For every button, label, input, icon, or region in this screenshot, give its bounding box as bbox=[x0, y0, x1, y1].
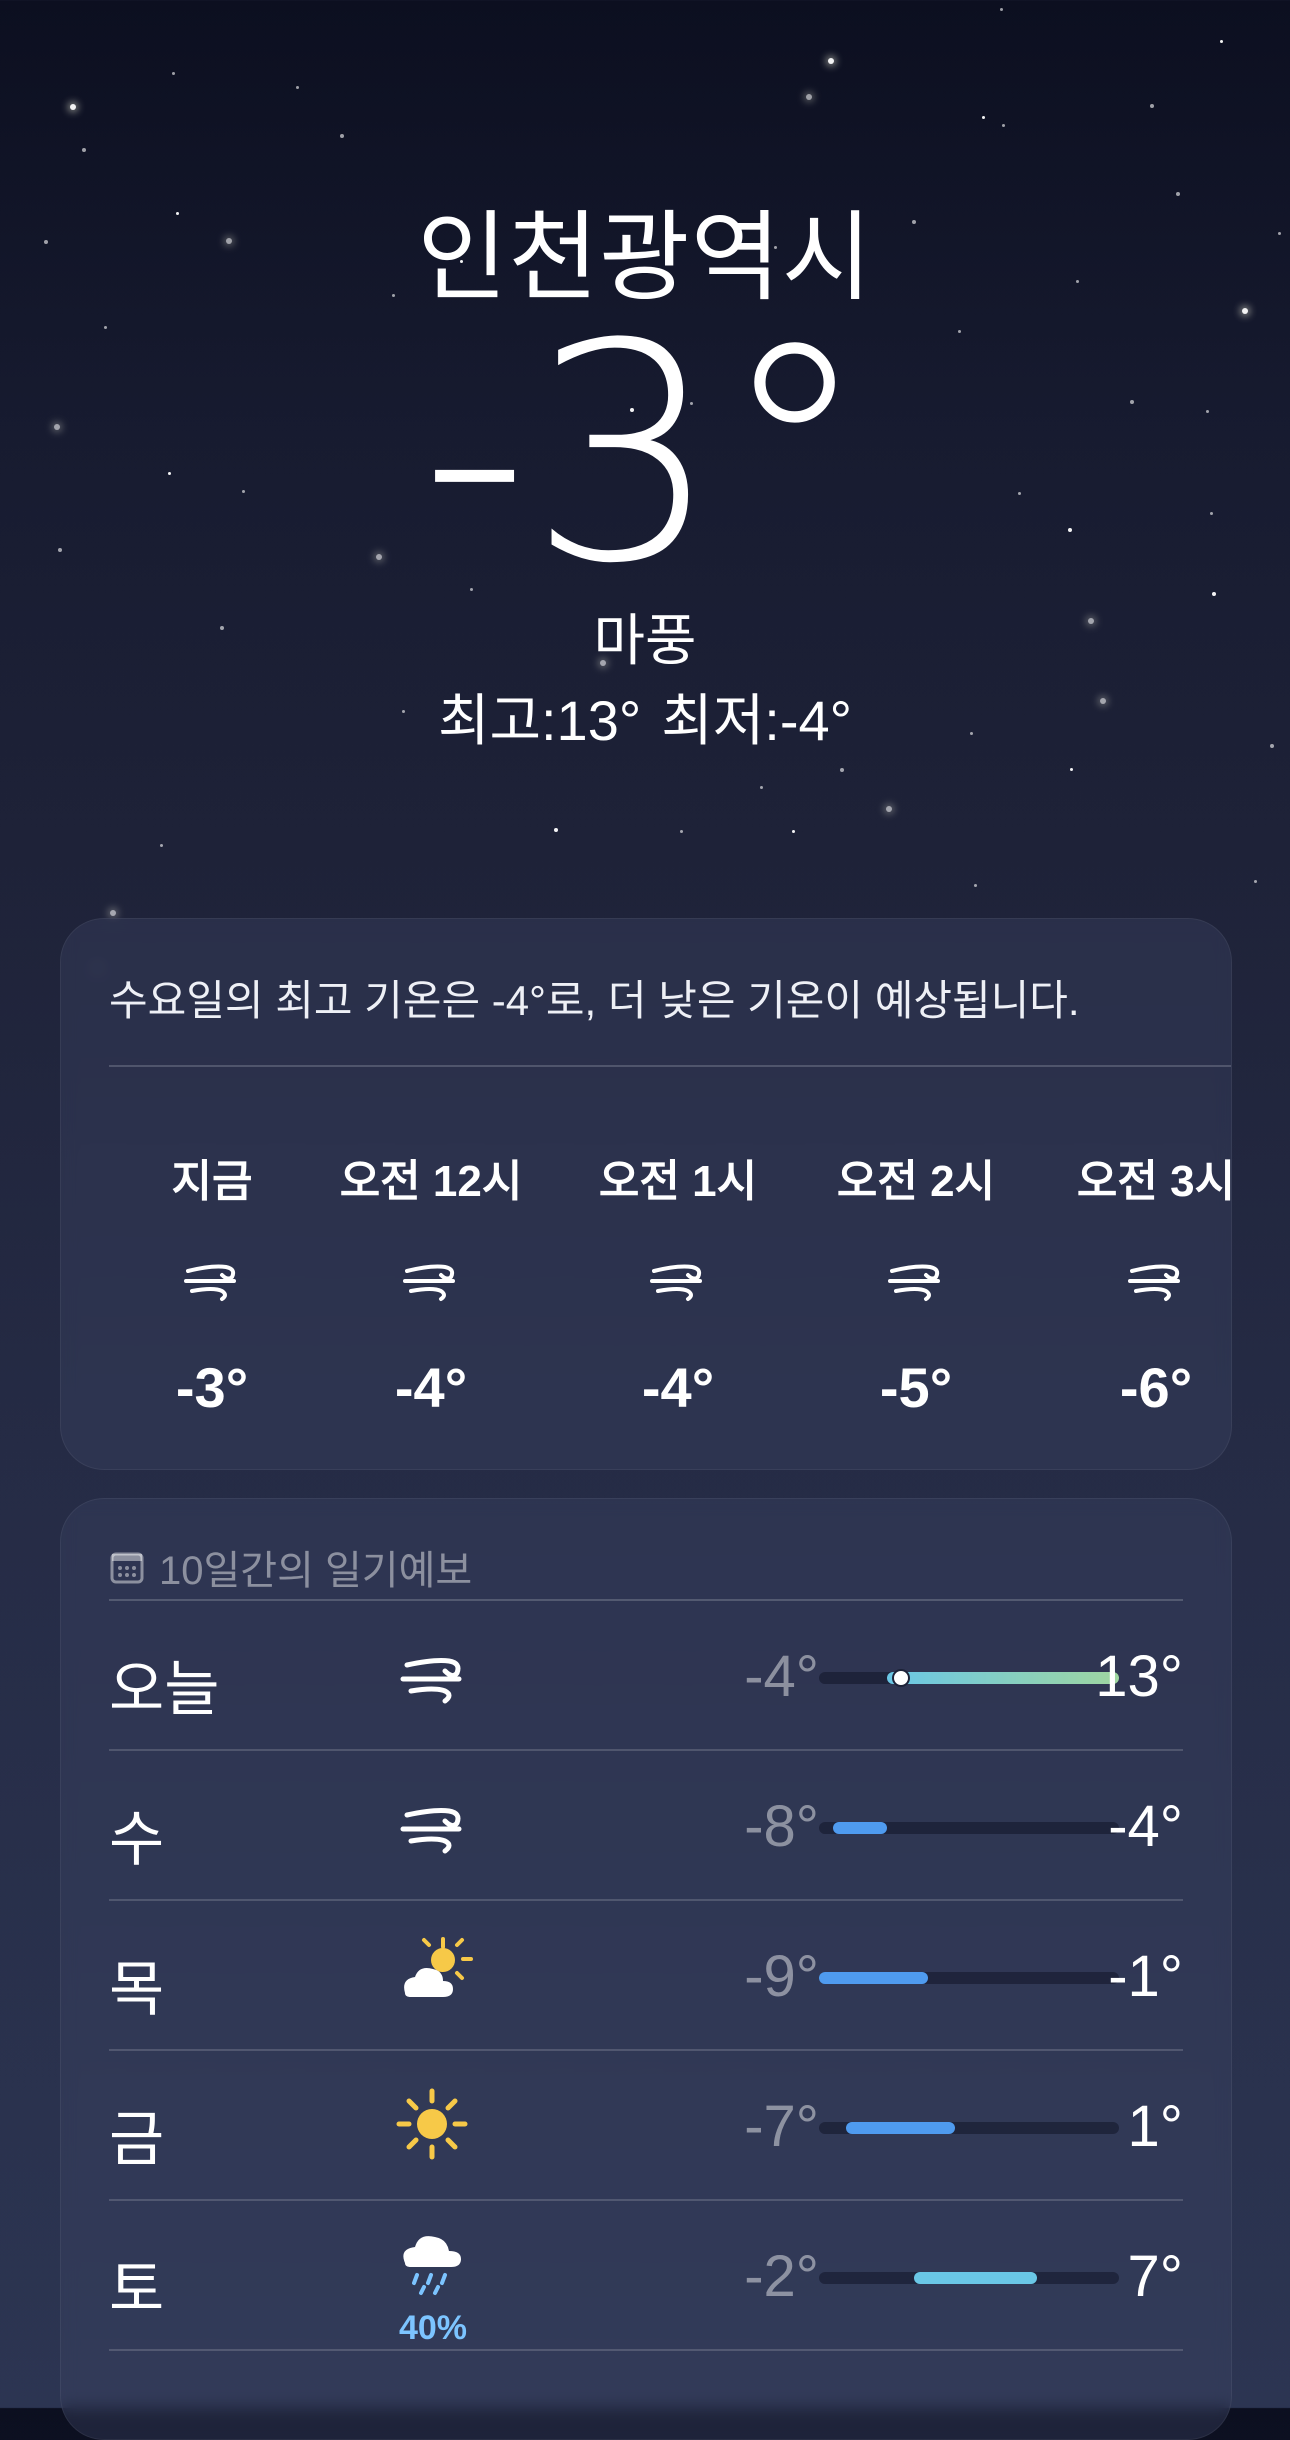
star bbox=[760, 786, 763, 789]
range-fill bbox=[819, 1972, 929, 1984]
wind-icon bbox=[400, 1658, 462, 1704]
hour-label: 오전 1시 bbox=[598, 1157, 758, 1206]
star bbox=[172, 72, 175, 75]
day-row[interactable]: 토 40% -2° 7° bbox=[109, 2201, 1183, 2351]
star bbox=[70, 104, 76, 110]
day-name: 수 bbox=[109, 1806, 165, 1873]
star bbox=[160, 844, 163, 847]
hourly-list[interactable]: 지금 -3° 오전 12시 -4° 오전 1시 -4° 오전 2시 -5° 오전… bbox=[61, 1145, 1236, 1555]
low-temperature: -7° bbox=[744, 2094, 819, 2159]
star bbox=[1070, 768, 1073, 771]
star bbox=[840, 768, 844, 772]
star bbox=[974, 884, 977, 887]
star bbox=[806, 94, 812, 100]
hour-label: 오전 3시 bbox=[1076, 1157, 1236, 1206]
star bbox=[296, 86, 299, 89]
day-row[interactable]: 목 -9° -1° bbox=[109, 1901, 1183, 2051]
low-temperature: -2° bbox=[744, 2244, 819, 2309]
ten-day-forecast-card[interactable]: 10일간의 일기예보 오늘 -4° 13° 수 -8° -4° 목 -9° -1… bbox=[60, 1498, 1232, 2440]
hour-temperature: -4° bbox=[394, 1356, 468, 1419]
hour-label: 오전 12시 bbox=[339, 1157, 523, 1206]
day-row[interactable]: 금 -7° 1° bbox=[109, 2051, 1183, 2201]
star bbox=[680, 830, 683, 833]
precipitation-chance: 40% bbox=[398, 2309, 468, 2347]
high-temperature: 13° bbox=[1095, 1644, 1183, 1709]
high-temperature: 1° bbox=[1127, 2094, 1183, 2159]
rain-icon bbox=[403, 2236, 461, 2295]
range-fill bbox=[846, 2122, 956, 2134]
wind-icon bbox=[400, 1808, 462, 1854]
star bbox=[110, 910, 116, 916]
weather-condition: 마풍 bbox=[593, 609, 697, 672]
wind-icon bbox=[888, 1264, 940, 1301]
forecast-summary: 수요일의 최고 기온은 -4°로, 더 낮은 기온이 예상됩니다. bbox=[109, 977, 1080, 1024]
row-divider bbox=[109, 2349, 1183, 2351]
day-row[interactable]: 수 -8° -4° bbox=[109, 1751, 1183, 1901]
star bbox=[1002, 124, 1005, 127]
hour-label: 지금 bbox=[171, 1157, 253, 1206]
star bbox=[886, 806, 892, 812]
day-name: 토 bbox=[109, 2256, 165, 2323]
wind-icon bbox=[403, 1264, 455, 1301]
star bbox=[1220, 40, 1223, 43]
low-temperature: 최저:-4° bbox=[661, 689, 853, 752]
range-fill bbox=[914, 2272, 1038, 2284]
star bbox=[828, 58, 834, 64]
day-name: 금 bbox=[109, 2106, 165, 2173]
ten-day-title: 10일간의 일기예보 bbox=[159, 1549, 473, 1593]
day-name: 오늘 bbox=[109, 1656, 220, 1723]
ten-day-header: 10일간의 일기예보 bbox=[109, 1537, 472, 1597]
sun-icon bbox=[396, 2088, 468, 2160]
wind-icon bbox=[1128, 1264, 1180, 1301]
star bbox=[340, 134, 344, 138]
star bbox=[1254, 880, 1257, 883]
hour-temperature: -4° bbox=[641, 1356, 715, 1419]
hour-temperature: -5° bbox=[879, 1356, 953, 1419]
star bbox=[792, 830, 795, 833]
divider bbox=[109, 1065, 1231, 1067]
current-temp-dot bbox=[891, 1669, 910, 1687]
high-temperature: 7° bbox=[1127, 2244, 1183, 2309]
hour-temperature: -3° bbox=[175, 1356, 249, 1419]
day-row[interactable]: 오늘 -4° 13° bbox=[109, 1601, 1183, 1751]
hour-temperature: -6° bbox=[1119, 1356, 1193, 1419]
hour-label: 오전 2시 bbox=[836, 1157, 996, 1206]
low-temperature: -9° bbox=[744, 1944, 819, 2009]
high-temperature: -1° bbox=[1108, 1944, 1183, 2009]
partly-sunny-icon bbox=[404, 1937, 473, 1997]
low-temperature: -4° bbox=[744, 1644, 819, 1709]
hourly-forecast-card[interactable]: 수요일의 최고 기온은 -4°로, 더 낮은 기온이 예상됩니다. 지금 -3°… bbox=[60, 918, 1235, 1470]
star bbox=[82, 148, 86, 152]
low-temperature: -8° bbox=[744, 1794, 819, 1859]
day-name: 목 bbox=[109, 1956, 165, 2023]
high-low-temperature: 최고:13° 최저:-4° bbox=[0, 676, 1290, 757]
high-temperature: -4° bbox=[1108, 1794, 1183, 1859]
range-fill bbox=[832, 1822, 888, 1834]
calendar-icon bbox=[110, 1552, 144, 1584]
star bbox=[554, 828, 558, 832]
star bbox=[982, 116, 985, 119]
high-temperature: 최고:13° bbox=[437, 689, 642, 752]
star bbox=[1150, 104, 1154, 108]
wind-icon bbox=[184, 1264, 236, 1301]
wind-icon bbox=[650, 1264, 702, 1301]
current-temperature: -3° bbox=[420, 280, 870, 629]
star bbox=[1000, 8, 1003, 11]
